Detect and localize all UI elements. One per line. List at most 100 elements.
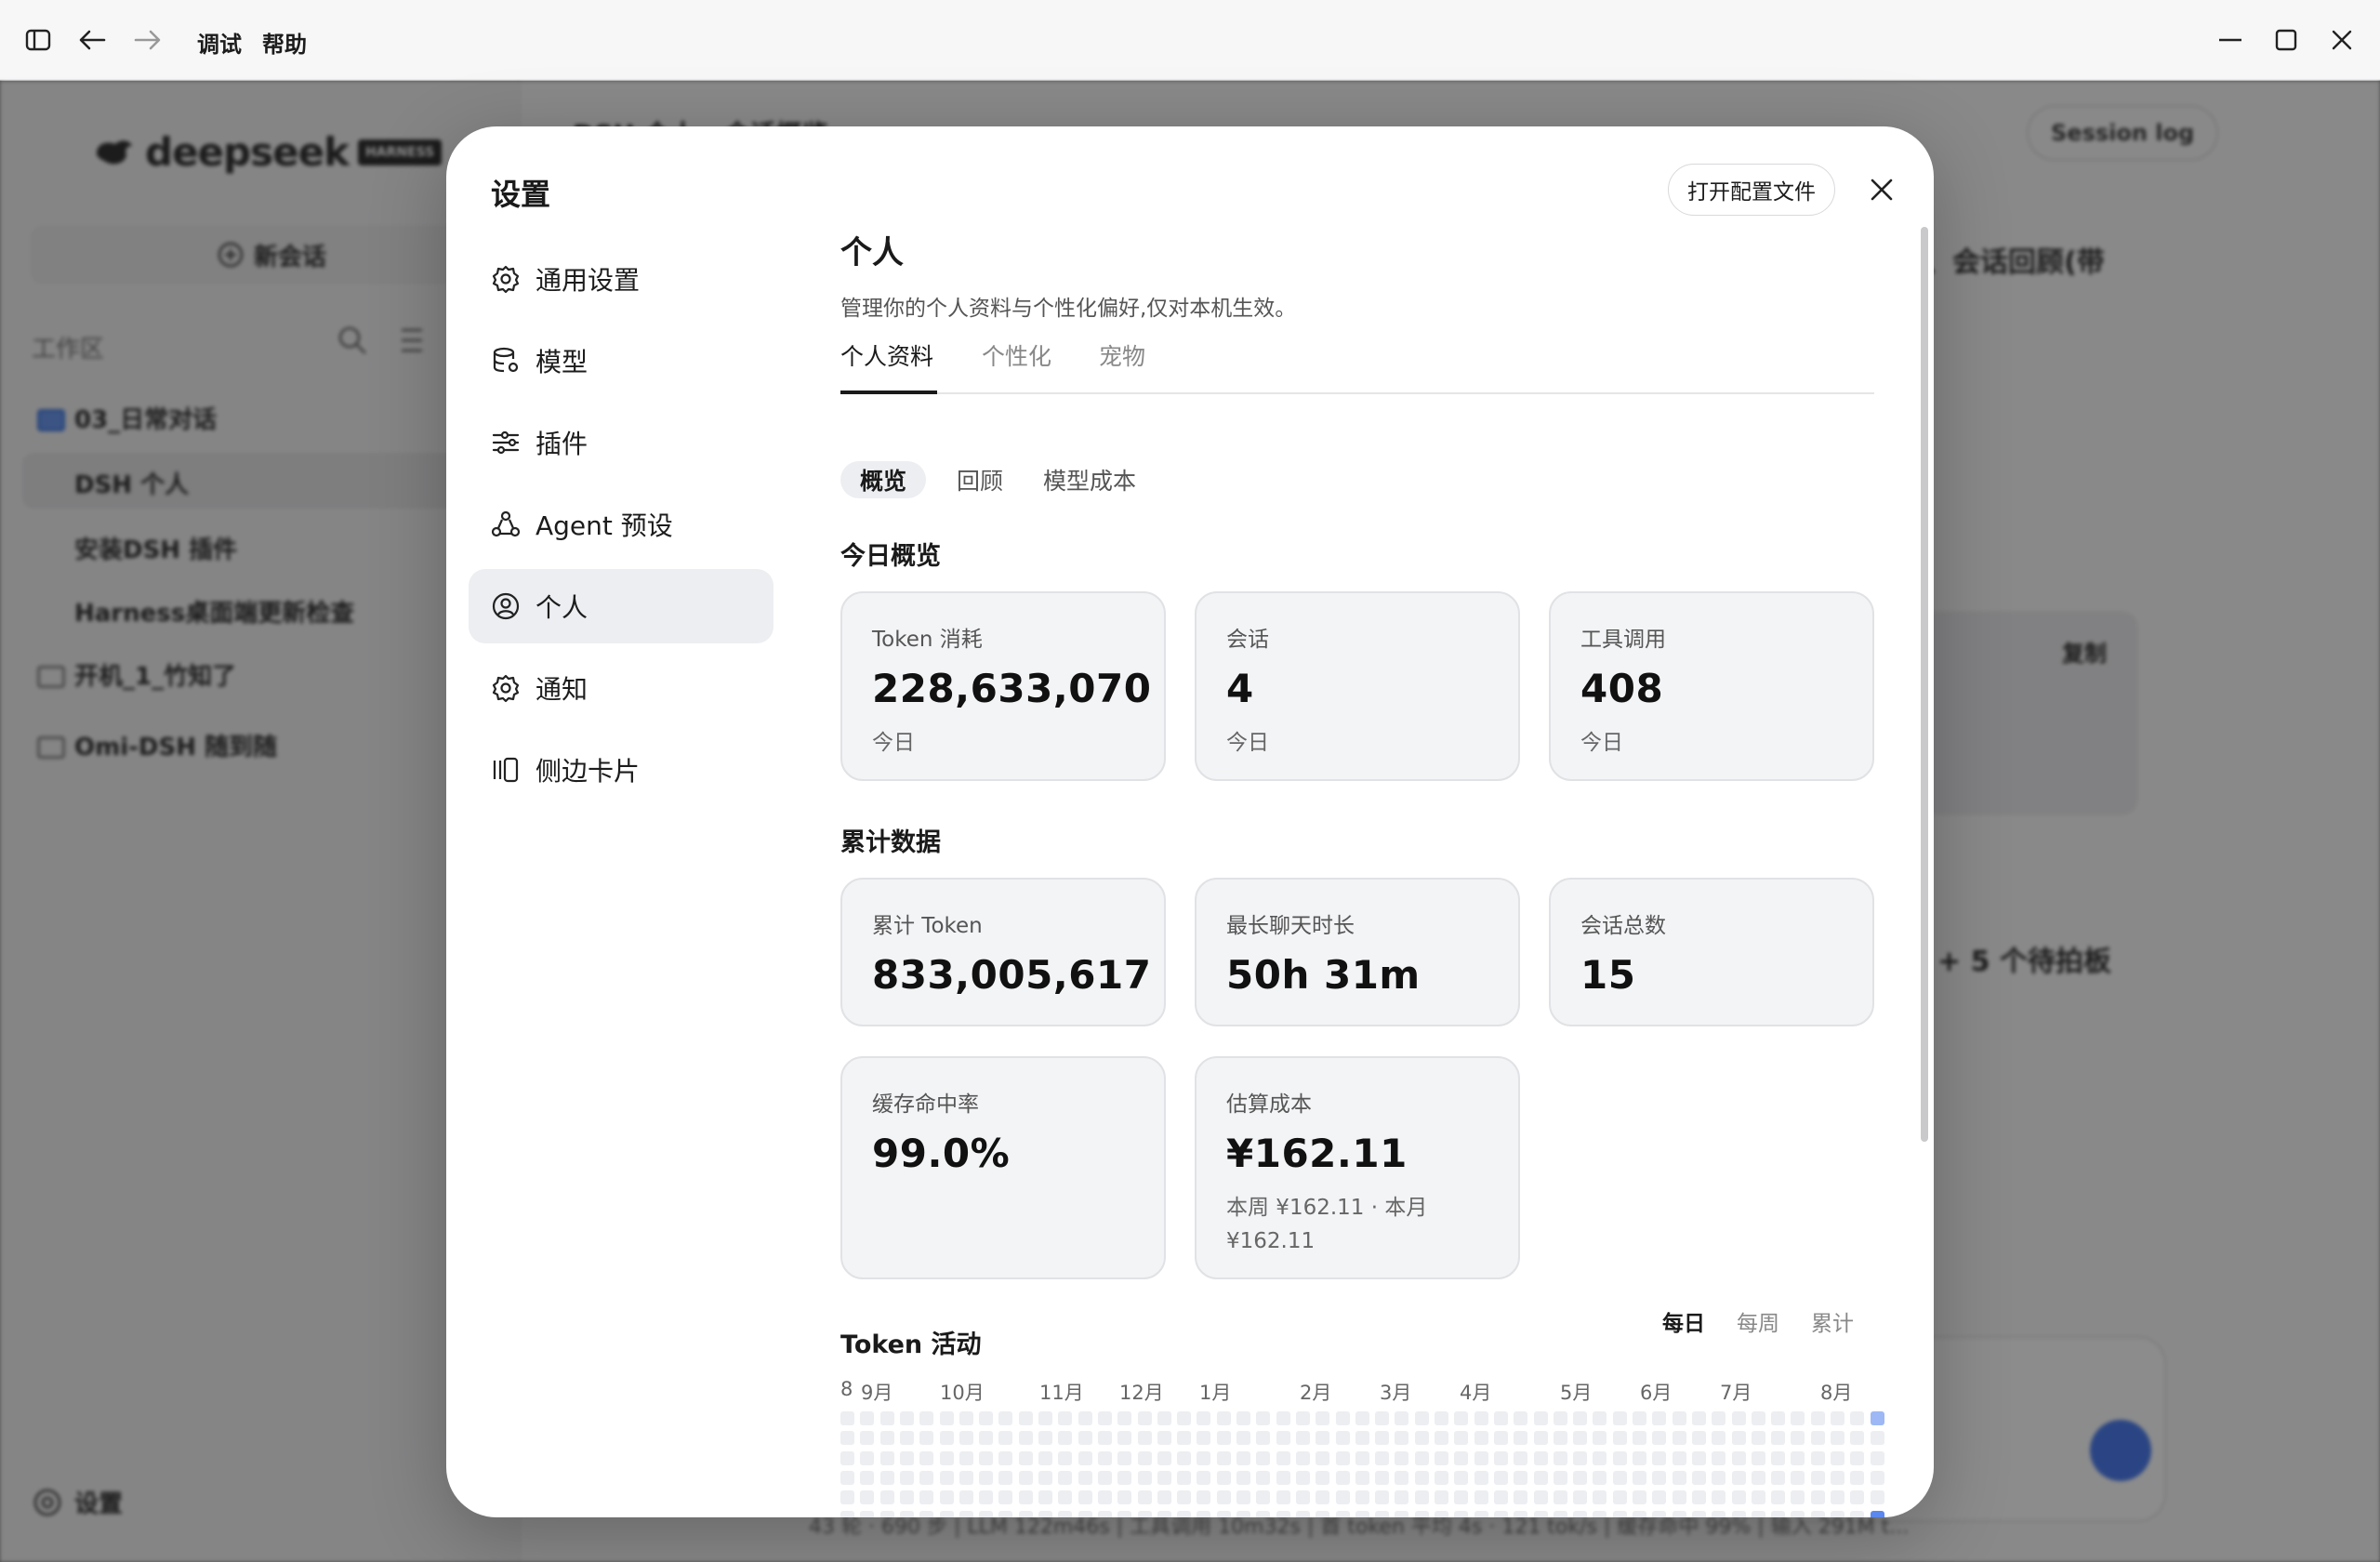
window-close-icon[interactable] (2322, 20, 2361, 60)
heatmap-cell (1038, 1471, 1052, 1485)
heatmap-cell (1117, 1490, 1131, 1504)
nav-label: 个人 (536, 592, 588, 623)
tab-pet[interactable]: 宠物 (1099, 338, 1145, 394)
period-weekly[interactable]: 每周 (1737, 1305, 1779, 1337)
period-cumulative[interactable]: 累计 (1811, 1305, 1854, 1337)
heatmap-cell (1633, 1451, 1646, 1465)
heatmap-cell (1236, 1451, 1250, 1465)
stat-value: 833,005,617 (872, 952, 1152, 998)
heatmap-cell (1355, 1431, 1369, 1445)
heatmap-cell (1712, 1431, 1726, 1445)
heatmap-cell (1732, 1411, 1746, 1425)
subtab-model-cost[interactable]: 模型成本 (1038, 461, 1142, 498)
heatmap-cell (1177, 1431, 1191, 1445)
month-label: 9月 (861, 1382, 893, 1404)
nav-label: 插件 (536, 429, 588, 459)
month-label: 2月 (1300, 1382, 1332, 1404)
heatmap-cell (1217, 1451, 1231, 1465)
stat-card-token: Token 消耗 228,633,070 今日 (840, 591, 1166, 781)
heatmap-cell (1197, 1511, 1210, 1517)
heatmap-cell (1831, 1411, 1844, 1425)
heatmap-cell (1871, 1471, 1884, 1485)
heatmap-cell (860, 1490, 874, 1504)
sidebar-toggle-icon[interactable] (19, 20, 58, 60)
subtab-overview[interactable]: 概览 (840, 461, 926, 498)
tab-profile[interactable]: 个人资料 (840, 338, 937, 394)
scrollbar[interactable] (1921, 227, 1928, 1142)
heatmap-cell (1712, 1490, 1726, 1504)
subtab-review[interactable]: 回顾 (950, 461, 1010, 498)
heatmap-cell (1138, 1511, 1152, 1517)
heatmap-cell (1177, 1490, 1191, 1504)
stat-label: 估算成本 (1226, 1092, 1312, 1117)
heatmap-cell (1138, 1451, 1152, 1465)
heatmap-cell (1633, 1490, 1646, 1504)
heatmap-cell (1375, 1411, 1389, 1425)
heatmap-cell (1138, 1490, 1152, 1504)
period-daily[interactable]: 每日 (1662, 1305, 1705, 1337)
nav-item-model[interactable]: 模型 (469, 324, 774, 398)
heatmap-cell (1038, 1511, 1052, 1517)
maximize-icon[interactable] (2267, 20, 2306, 60)
heatmap-cell (1296, 1490, 1310, 1504)
cumulative-section-title: 累计数据 (840, 828, 941, 857)
heatmap-cell (1157, 1411, 1171, 1425)
nav-item-agent-preset[interactable]: Agent 预设 (469, 487, 774, 562)
heatmap-cell (860, 1471, 874, 1485)
heatmap-cell (1177, 1511, 1191, 1517)
heatmap-cell (1831, 1451, 1844, 1465)
heatmap-cell (998, 1451, 1012, 1465)
heatmap-cell (1871, 1511, 1884, 1517)
heatmap-cell (1098, 1471, 1112, 1485)
heatmap-cell (1534, 1411, 1548, 1425)
heatmap-cell (1633, 1431, 1646, 1445)
heatmap-cell (1593, 1511, 1606, 1517)
heatmap-cell (1534, 1490, 1548, 1504)
nav-item-notifications[interactable]: 通知 (469, 651, 774, 725)
month-label: 4月 (1460, 1382, 1492, 1404)
heatmap-cell (1712, 1411, 1726, 1425)
heatmap-cell (1276, 1511, 1290, 1517)
heatmap-cell (1019, 1451, 1033, 1465)
heatmap-cell (900, 1511, 914, 1517)
back-arrow-icon[interactable] (73, 20, 112, 60)
heatmap-cell (1435, 1431, 1448, 1445)
heatmap-cell (1554, 1411, 1567, 1425)
heatmap-cell (1078, 1411, 1092, 1425)
activity-section-title: Token 活动 (840, 1330, 982, 1359)
menu-debug[interactable]: 调试 (197, 26, 242, 59)
stat-card-estimated-cost: 估算成本 ¥162.11 本周 ¥162.11 · 本月 ¥162.11 (1195, 1056, 1520, 1279)
heatmap-cell (900, 1471, 914, 1485)
page-title: 个人 (840, 234, 904, 271)
heatmap-cell (979, 1490, 993, 1504)
nav-label: Agent 预设 (536, 510, 673, 541)
heatmap-cell (1236, 1471, 1250, 1485)
stat-value: 408 (1580, 666, 1664, 711)
heatmap-cell (1098, 1411, 1112, 1425)
forward-arrow-icon[interactable] (128, 20, 167, 60)
month-label: 7月 (1720, 1382, 1752, 1404)
nav-item-personal[interactable]: 个人 (469, 569, 774, 643)
menu-help[interactable]: 帮助 (262, 26, 307, 59)
heatmap-cell (1078, 1431, 1092, 1445)
heatmap-cell (1019, 1431, 1033, 1445)
nav-item-plugins[interactable]: 插件 (469, 405, 774, 480)
heatmap-cell (1850, 1451, 1864, 1465)
heatmap-cell (1534, 1451, 1548, 1465)
heatmap-cell (1652, 1511, 1666, 1517)
nav-label: 通用设置 (536, 265, 641, 296)
heatmap-cell (1791, 1451, 1805, 1465)
heatmap-cell (1098, 1451, 1112, 1465)
heatmap-cell (1395, 1511, 1408, 1517)
stat-value: 4 (1226, 666, 1254, 711)
minimize-icon[interactable] (2211, 20, 2250, 60)
nav-item-general[interactable]: 通用设置 (469, 242, 774, 316)
heatmap-cell (1732, 1471, 1746, 1485)
heatmap-cell (919, 1431, 933, 1445)
tab-personalization[interactable]: 个性化 (982, 338, 1051, 394)
heatmap-cell (1276, 1431, 1290, 1445)
nav-item-side-cards[interactable]: 侧边卡片 (469, 733, 774, 807)
nav-label: 侧边卡片 (536, 756, 641, 787)
heatmap-cell (940, 1451, 954, 1465)
heatmap-cell (840, 1511, 854, 1517)
